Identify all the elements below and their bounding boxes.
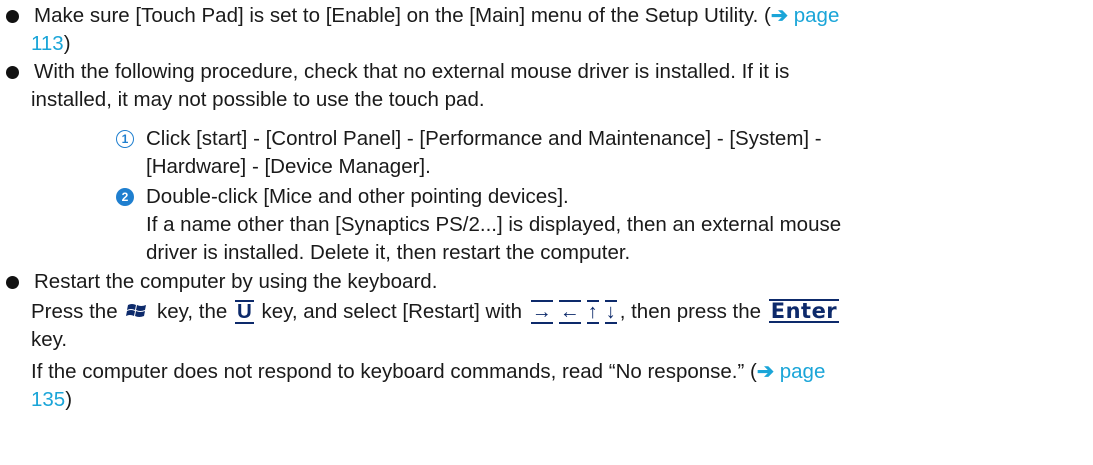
step-text: Click [start] - [Control Panel] - [Perfo… <box>146 125 822 181</box>
bullet-body: Restart the computer by using the keyboa… <box>31 268 1079 414</box>
bullet-text: Press the <box>31 300 124 323</box>
keyboard-instruction-line: Press the key, the U key, and select [Re… <box>31 298 1079 326</box>
step-line: Double-click [Mice and other pointing de… <box>146 185 569 208</box>
bullet-line: 113) <box>31 30 1079 58</box>
bullet-line: With the following procedure, check that… <box>34 60 790 83</box>
bullet-dot <box>6 276 19 289</box>
bullet-text: Make sure [Touch Pad] is set to [Enable]… <box>34 4 771 27</box>
bullet-dot <box>6 66 19 79</box>
up-arrow-key-icon: ↑ <box>586 300 599 324</box>
right-arrow-icon: ➔ <box>756 360 775 383</box>
bullet-line: 135) <box>31 386 1079 414</box>
page-link-number[interactable]: 135 <box>31 388 65 411</box>
page-link-number[interactable]: 113 <box>31 32 64 55</box>
u-key: U <box>234 300 254 324</box>
bullet-line: installed, it may not possible to use th… <box>31 88 485 111</box>
windows-key-icon <box>126 304 147 317</box>
bullet-text: ) <box>65 388 73 411</box>
bullet-line: If the computer does not respond to keyb… <box>31 358 1079 386</box>
bullet-text: key, and select [Restart] with <box>255 300 528 323</box>
right-arrow-icon: ➔ <box>770 4 789 27</box>
bullet-text: key, the <box>151 300 233 323</box>
bullet-line: Restart the computer by using the keyboa… <box>34 270 438 293</box>
bullet-text: If the computer does not respond to keyb… <box>31 360 757 383</box>
bullet-line: key. <box>31 328 68 351</box>
bullet-text: ) <box>63 32 71 55</box>
step-text: Double-click [Mice and other pointing de… <box>146 183 841 267</box>
step-line: Click [start] - [Control Panel] - [Perfo… <box>146 127 822 150</box>
bullet-body: With the following procedure, check that… <box>31 58 1079 114</box>
page-link[interactable]: page <box>774 360 826 383</box>
bullet-line: Make sure [Touch Pad] is set to [Enable]… <box>34 2 1079 30</box>
step-number-badge: 2 <box>116 188 134 206</box>
bullet-text: , then press the <box>619 300 767 323</box>
step-number-badge: 1 <box>116 130 134 148</box>
bullet-body: Make sure [Touch Pad] is set to [Enable]… <box>31 2 1079 58</box>
step-line: If a name other than [Synaptics PS/2...]… <box>146 213 842 236</box>
down-arrow-key-icon: ↓ <box>604 300 617 324</box>
enter-key: Enter <box>768 299 840 323</box>
bullet-dot <box>6 10 19 23</box>
step-line: driver is installed. Delete it, then res… <box>146 241 631 264</box>
manual-page: Make sure [Touch Pad] is set to [Enable]… <box>0 0 1093 465</box>
step-line: [Hardware] - [Device Manager]. <box>146 155 431 178</box>
left-arrow-key-icon: ← <box>558 300 581 324</box>
right-arrow-key-icon: → <box>530 300 553 324</box>
page-link[interactable]: page <box>788 4 840 27</box>
